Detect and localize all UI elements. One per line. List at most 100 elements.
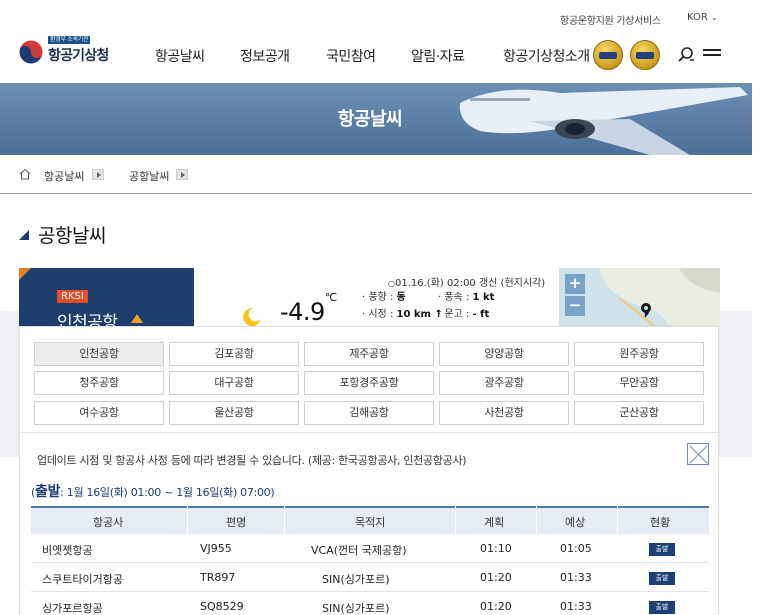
table-header: 계획	[456, 506, 536, 534]
service-link[interactable]: 항공운항지원 기상서비스	[560, 12, 661, 27]
table-row: 비엣젯항공 VJ955 VCA(껀터 국제공항) 01:10 01:05 출발	[31, 535, 709, 563]
table-header: 편명	[188, 506, 284, 534]
certification-badge-1[interactable]	[593, 40, 623, 70]
airport-option[interactable]: 청주공항	[34, 371, 164, 395]
airport-option[interactable]: 사천공항	[439, 401, 569, 425]
notice-text: 업데이트 시점 및 항공사 사정 등에 따라 변경될 수 있습니다. (제공: …	[37, 454, 467, 467]
airport-selector-panel: 인천공항 김포공항 제주공항 양양공항 원주공항 청주공항 대구공항 포항경주공…	[19, 326, 720, 615]
cell-airline: 싱가포르항공	[42, 602, 103, 615]
airport-option[interactable]: 여수공항	[34, 401, 164, 425]
utility-bar: 항공운항지원 기상서비스 KOR ⌄	[0, 0, 763, 30]
cell-destination: SIN(싱가포르)	[322, 573, 390, 586]
cell-flight-no: SQ8529	[200, 600, 244, 613]
language-select[interactable]: KOR ⌄	[687, 12, 718, 23]
cell-flight-no: VJ955	[200, 542, 232, 555]
airport-option[interactable]: 광주공항	[439, 371, 569, 395]
departure-range-text: : 1월 16일(화) 01:00 ~ 1월 16일(화) 07:00)	[60, 486, 275, 499]
cell-estimated: 01:33	[560, 571, 592, 584]
menu-about[interactable]: 항공기상청소개	[503, 46, 590, 66]
menu-aviation-weather[interactable]: 항공날씨	[155, 46, 205, 66]
visibility-label: 시정 :	[368, 309, 394, 320]
menu-info-disclosure[interactable]: 정보공개	[240, 46, 290, 66]
corner-accent	[19, 268, 31, 280]
airport-option[interactable]: 울산공항	[169, 401, 299, 425]
cell-estimated: 01:05	[560, 542, 592, 555]
page-banner: 항공날씨	[0, 83, 752, 155]
divider	[20, 432, 720, 433]
cell-airline: 스쿠트타이거항공	[42, 573, 123, 586]
airport-map[interactable]: + −	[559, 268, 720, 326]
clock-icon: ○	[388, 279, 395, 288]
ceiling-value: - ft	[472, 309, 490, 320]
moon-icon	[243, 307, 261, 326]
logo-name: 항공기상청	[48, 48, 109, 64]
logo-tag: 환경부 소속기관	[48, 36, 91, 44]
status-badge: 출발	[649, 572, 675, 585]
airport-option[interactable]: 양양공항	[439, 342, 569, 366]
airport-option[interactable]: 인천공항	[34, 342, 164, 366]
zoom-in-button[interactable]: +	[565, 274, 585, 294]
update-time: ○01.16.(화) 02:00 갱신 (현지시각)	[388, 274, 545, 289]
menu-participation[interactable]: 국민참여	[326, 46, 376, 66]
table-header: 항공사	[31, 506, 187, 534]
menu-notice[interactable]: 알림·자료	[411, 46, 465, 66]
menu-hamburger-icon[interactable]	[703, 49, 721, 61]
cell-estimated: 01:33	[560, 600, 592, 613]
table-header: 예상	[537, 506, 617, 534]
breadcrumb: 항공날씨 공항날씨	[0, 155, 752, 194]
table-header: 목적지	[285, 506, 455, 534]
cell-scheduled: 01:20	[480, 600, 512, 613]
departure-range: (출발: 1월 16일(화) 01:00 ~ 1월 16일(화) 07:00)	[31, 484, 275, 500]
page-title: 공항날씨	[19, 221, 106, 248]
cell-destination: SIN(싱가포르)	[322, 602, 390, 615]
temperature-value: -4.9	[280, 298, 325, 326]
caret-up-icon	[131, 314, 143, 323]
airport-option[interactable]: 원주공항	[574, 342, 704, 366]
header-airline: 항공사	[93, 516, 124, 529]
cell-airline: 비엣젯항공	[42, 544, 93, 557]
certification-badge-2[interactable]	[630, 40, 660, 70]
airport-option[interactable]: 포항경주공항	[304, 371, 434, 395]
airport-option[interactable]: 김해공항	[304, 401, 434, 425]
cell-destination: VCA(껀터 국제공항)	[311, 544, 407, 557]
global-nav: 환경부 소속기관 항공기상청 항공날씨 정보공개 국민참여 알림·자료 항공기상…	[0, 30, 763, 80]
airport-option[interactable]: 제주공항	[304, 342, 434, 366]
weather-summary: RKSI 인천공항 -4.9℃ ○01.16.(화) 02:00 갱신 (현지시…	[19, 268, 720, 333]
taeguk-logo-icon	[18, 39, 44, 65]
site-logo[interactable]: 환경부 소속기관 항공기상청	[18, 36, 118, 68]
breadcrumb-dropdown-icon[interactable]	[92, 169, 104, 180]
wind-direction-value: 동	[396, 292, 406, 303]
breadcrumb-item-1[interactable]: 항공날씨	[44, 168, 84, 184]
breadcrumb-dropdown-icon[interactable]	[176, 169, 188, 180]
ceiling-label: 운고 :	[444, 309, 470, 320]
airport-code: RKSI	[57, 290, 88, 303]
status-badge: 출발	[649, 543, 675, 556]
search-icon[interactable]	[677, 46, 695, 64]
status-badge: 출발	[649, 601, 675, 614]
airport-option[interactable]: 김포공항	[169, 342, 299, 366]
airport-header[interactable]: RKSI 인천공항	[19, 268, 194, 333]
banner-title: 항공날씨	[337, 109, 403, 130]
wind-speed-value: 1 kt	[472, 292, 495, 303]
wind-direction: · 풍향 : 동	[362, 292, 406, 303]
home-icon[interactable]	[19, 168, 31, 180]
airport-option[interactable]: 군산공항	[574, 401, 704, 425]
close-icon[interactable]	[687, 443, 709, 465]
wind-speed: · 풍속 : 1 kt	[438, 292, 495, 303]
header-scheduled: 계획	[484, 516, 505, 529]
chevron-down-icon: ⌄	[710, 13, 718, 22]
cell-flight-no: TR897	[200, 571, 236, 584]
title-mark-icon	[19, 230, 29, 240]
departure-label: 출발	[35, 484, 61, 500]
page-title-text: 공항날씨	[38, 225, 106, 247]
cell-scheduled: 01:10	[480, 542, 512, 555]
ceiling: · 운고 : - ft	[438, 309, 490, 320]
table-row: 스쿠트타이거항공 TR897 SIN(싱가포르) 01:20 01:33 출발	[31, 564, 709, 592]
airport-option[interactable]: 대구공항	[169, 371, 299, 395]
temperature: -4.9℃	[280, 291, 337, 326]
visibility-value: 10 km ↑	[396, 309, 443, 320]
breadcrumb-item-2[interactable]: 공항날씨	[129, 168, 169, 184]
zoom-out-button[interactable]: −	[565, 296, 585, 316]
temperature-unit: ℃	[324, 291, 337, 304]
airport-option[interactable]: 무안공항	[574, 371, 704, 395]
